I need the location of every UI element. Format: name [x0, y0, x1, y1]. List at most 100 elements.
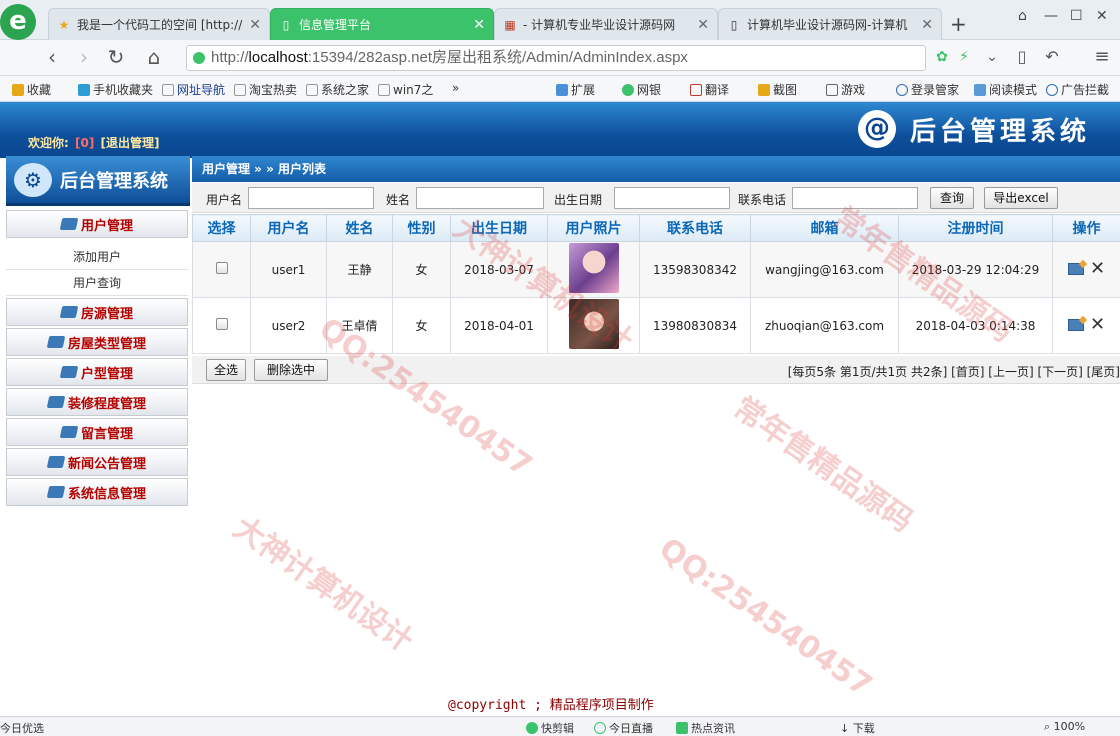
minimize-icon[interactable]: — — [1044, 8, 1058, 24]
bookmark-reading-mode[interactable]: 阅读模式 — [974, 81, 1037, 98]
cell-username: user2 — [250, 297, 327, 354]
grid-icon — [556, 84, 568, 96]
close-icon[interactable]: ✕ — [249, 17, 261, 33]
table-header-row: 选择 用户名 姓名 性别 出生日期 用户照片 联系电话 邮箱 注册时间 操作 — [192, 214, 1120, 242]
close-icon[interactable]: ✕ — [697, 17, 709, 33]
bookmark-syshome[interactable]: 系统之家 — [306, 81, 369, 98]
menu-layout-management[interactable]: 户型管理 — [6, 358, 188, 386]
refresh-spin-icon[interactable]: ✿ — [930, 46, 954, 70]
forward-icon[interactable]: › — [72, 46, 96, 70]
block-icon — [1046, 84, 1058, 96]
menu-decoration-management[interactable]: 装修程度管理 — [6, 388, 188, 416]
table-row: user1 王静 女 2018-03-07 13598308342 wangji… — [192, 241, 1120, 298]
cell-gender: 女 — [392, 241, 451, 298]
status-quick-edit[interactable]: 快剪辑 — [526, 720, 574, 736]
chevron-down-icon[interactable]: ⌄ — [980, 46, 1004, 70]
bookmark-win7[interactable]: win7之 — [378, 81, 433, 98]
birth-label: 出生日期 — [554, 193, 603, 207]
menu-house-management[interactable]: 房源管理 — [6, 298, 188, 326]
cell-birth: 2018-04-01 — [450, 297, 548, 354]
scissors-icon — [526, 722, 538, 734]
bookmark-games[interactable]: 游戏 — [826, 81, 865, 98]
tab-source-site[interactable]: ▦ - 计算机专业毕业设计源码网 ✕ — [494, 8, 718, 40]
row-checkbox[interactable] — [215, 262, 228, 274]
status-live[interactable]: 今日直播 — [594, 720, 653, 736]
maximize-icon[interactable]: ☐ — [1070, 8, 1083, 24]
pagination[interactable]: [每页5条 第1页/共1页 共2条] [首页] [上一页] [下一页] [尾页] — [788, 363, 1120, 380]
bookmark-screenshot[interactable]: 截图 — [758, 81, 797, 98]
cell-birth: 2018-03-07 — [450, 241, 548, 298]
name-label: 姓名 — [386, 193, 411, 207]
search-icon: ⌕ — [1044, 720, 1054, 733]
bookmark-ebank[interactable]: 网银 — [622, 81, 661, 98]
delete-icon[interactable]: ✕ — [1090, 259, 1105, 277]
username-input[interactable] — [248, 187, 374, 209]
page-icon — [306, 84, 318, 96]
logout-link[interactable]: [退出管理] — [101, 136, 160, 150]
birth-input[interactable] — [614, 187, 730, 209]
edit-icon[interactable] — [1067, 262, 1084, 275]
user-photo — [568, 243, 619, 293]
menu-house-type-management[interactable]: 房屋类型管理 — [6, 328, 188, 356]
row-checkbox[interactable] — [215, 318, 228, 330]
bookmark-taobao[interactable]: 淘宝热卖 — [234, 81, 297, 98]
bookmarks-more[interactable]: » — [452, 81, 459, 95]
submenu-add-user[interactable]: 添加用户 — [6, 244, 188, 270]
translate-icon — [690, 84, 702, 96]
browser-logo-icon[interactable]: e — [0, 4, 36, 40]
username-label: 用户名 — [206, 193, 243, 207]
at-logo-icon: @ — [857, 110, 896, 148]
bookmark-mobile[interactable]: 手机收藏夹 — [78, 81, 153, 98]
window-close-icon[interactable]: ✕ — [1096, 8, 1108, 24]
bookmark-nav[interactable]: 网址导航 — [162, 81, 225, 98]
back-icon[interactable]: ‹ — [40, 46, 64, 70]
edit-icon[interactable] — [1067, 318, 1084, 331]
cell-name: 王静 — [326, 241, 393, 298]
lightning-icon[interactable]: ⚡ — [952, 46, 976, 70]
undo-icon[interactable]: ↶ — [1040, 46, 1064, 70]
tab-code-space[interactable]: ★ 我是一个代码工的空间 [http:// ✕ — [48, 8, 270, 40]
user-photo — [568, 299, 619, 349]
bookmark-favorites[interactable]: 收藏 — [12, 81, 51, 98]
select-all-button[interactable]: 全选 — [206, 359, 246, 381]
shirt-icon[interactable]: ⌂ — [1018, 8, 1027, 24]
menu-icon — [46, 486, 66, 498]
menu-system-info-management[interactable]: 系统信息管理 — [6, 478, 188, 506]
search-bar: 用户名 姓名 出生日期 联系电话 查询 导出excel — [192, 183, 1120, 213]
status-zoom[interactable]: ⌕ 100% — [1044, 720, 1085, 734]
bookmark-extensions[interactable]: 扩展 — [556, 81, 595, 98]
menu-icon[interactable]: ≡ — [1090, 46, 1114, 70]
export-excel-button[interactable]: 导出excel — [984, 187, 1058, 209]
phone-icon[interactable]: ▯ — [1010, 46, 1034, 70]
menu-user-management[interactable]: 用户管理 — [6, 210, 188, 238]
page-icon: ▯ — [730, 17, 738, 32]
phone-icon — [78, 84, 90, 96]
bookmark-adblock[interactable]: 广告拦截 — [1046, 81, 1109, 98]
url-field[interactable]: http://localhost:15394/282asp.net房屋出租系统/… — [186, 45, 926, 71]
close-icon[interactable]: ✕ — [921, 17, 933, 33]
bookmark-translate[interactable]: 翻译 — [690, 81, 729, 98]
status-left[interactable]: 今日优选 — [0, 720, 44, 736]
tab-info-platform[interactable]: ▯ 信息管理平台 ✕ — [270, 8, 494, 40]
delete-icon[interactable]: ✕ — [1090, 315, 1105, 333]
menu-icon — [59, 306, 79, 318]
cell-phone: 13980830834 — [639, 297, 751, 354]
name-input[interactable] — [416, 187, 544, 209]
menu-news-management[interactable]: 新闻公告管理 — [6, 448, 188, 476]
status-news[interactable]: 热点资讯 — [676, 720, 735, 736]
home-icon[interactable]: ⌂ — [142, 46, 166, 70]
close-icon[interactable]: ✕ — [473, 17, 485, 33]
submenu-query-user[interactable]: 用户查询 — [6, 270, 188, 296]
new-tab-button[interactable]: + — [950, 12, 967, 36]
copyright: @copyright ; 精品程序项目制作 — [448, 698, 654, 713]
phone-input[interactable] — [792, 187, 918, 209]
column-header: 出生日期 — [450, 214, 548, 242]
bookmark-login-manager[interactable]: 登录管家 — [896, 81, 959, 98]
query-button[interactable]: 查询 — [930, 187, 974, 209]
reload-icon[interactable]: ↻ — [104, 46, 128, 70]
shield-icon — [193, 52, 205, 64]
tab-source-site-2[interactable]: ▯ 计算机毕业设计源码网-计算机 ✕ — [718, 8, 942, 40]
delete-selected-button[interactable]: 删除选中 — [254, 359, 328, 381]
menu-message-management[interactable]: 留言管理 — [6, 418, 188, 446]
status-download[interactable]: ↓ 下载 — [840, 720, 875, 736]
